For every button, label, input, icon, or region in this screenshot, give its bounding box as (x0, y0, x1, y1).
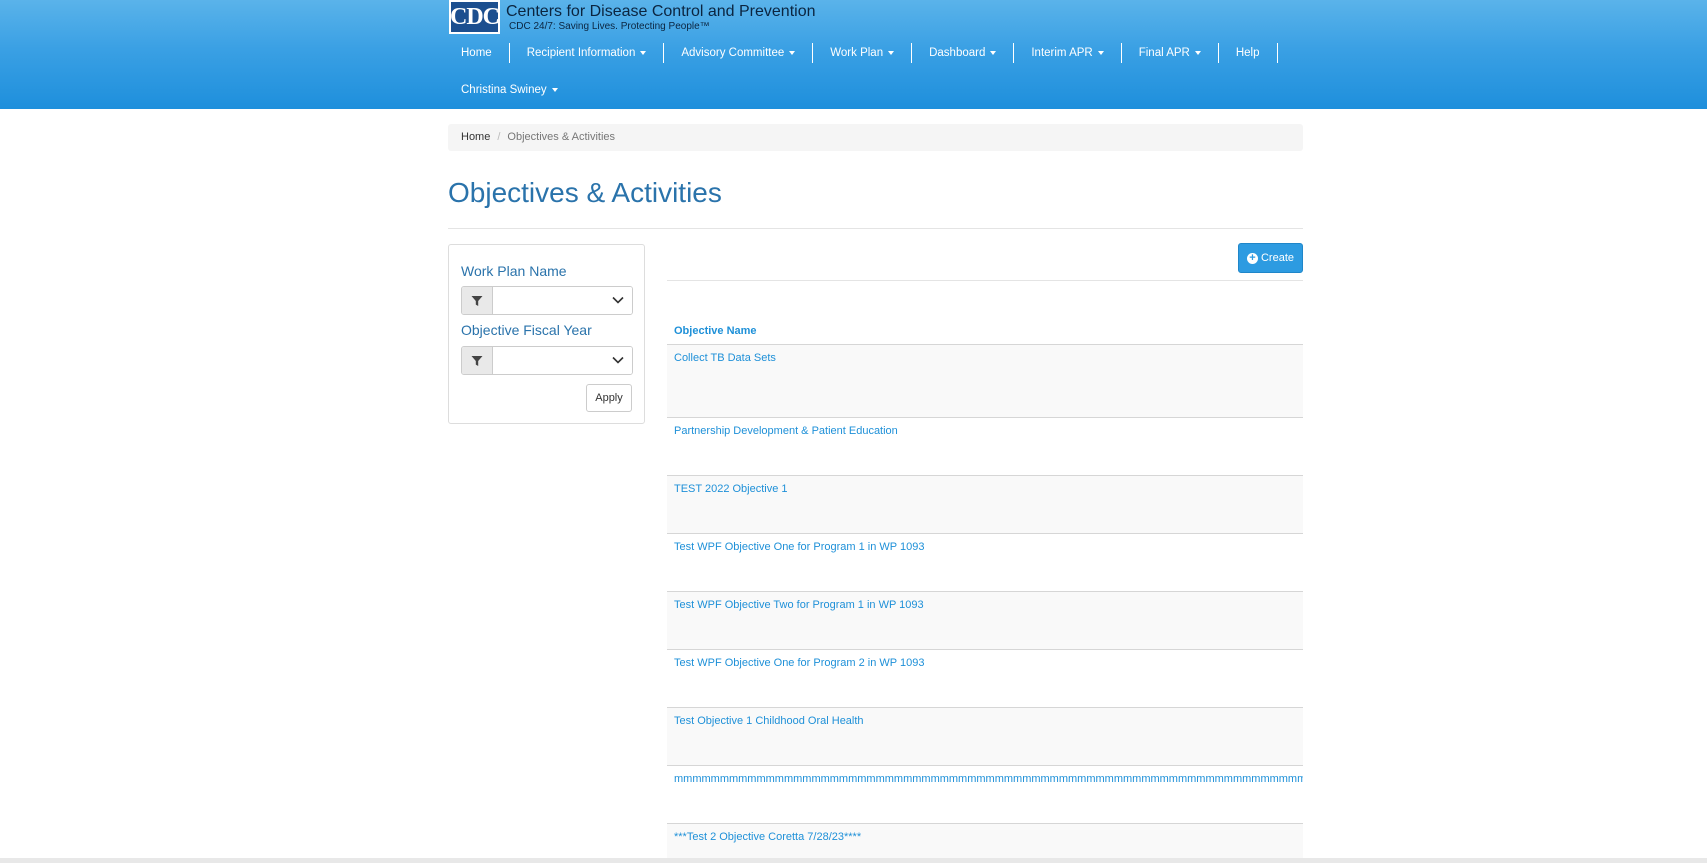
objective-link[interactable]: Test WPF Objective One for Program 1 in … (667, 534, 1303, 553)
objective-link[interactable]: TEST 2022 Objective 1 (667, 476, 1303, 495)
nav-final-apr[interactable]: Final APR (1122, 43, 1219, 63)
breadcrumb-current: Objectives & Activities (507, 131, 615, 143)
caret-down-icon (1097, 50, 1104, 55)
table-row: mmmmmmmmmmmmmmmmmmmmmmmmmmmmmmmmmmmmmmmm… (667, 766, 1303, 824)
caret-down-icon (1194, 50, 1201, 55)
nav-dashboard-label: Dashboard (929, 47, 986, 59)
user-nav: Christina Swiney (449, 80, 575, 100)
objective-fiscal-year-filter (461, 346, 633, 375)
objective-link[interactable]: Collect TB Data Sets (667, 345, 1303, 364)
nav-advisory-committee[interactable]: Advisory Committee (664, 43, 814, 63)
nav-work-plan[interactable]: Work Plan (813, 43, 913, 63)
column-header-objective-name[interactable]: Objective Name (667, 318, 1303, 345)
nav-dashboard[interactable]: Dashboard (912, 43, 1015, 63)
work-plan-name-select[interactable] (493, 287, 632, 314)
table-row: TEST 2022 Objective 1 (667, 476, 1303, 534)
page-title: Objectives & Activities (448, 177, 722, 208)
bottom-scroll-edge (0, 858, 1707, 863)
nav-interim-apr[interactable]: Interim APR (1014, 43, 1122, 63)
plus-circle-icon: + (1246, 252, 1258, 264)
nav-work-plan-label: Work Plan (830, 47, 884, 59)
nav-home[interactable]: Home (449, 43, 510, 63)
objective-link[interactable]: Test WPF Objective Two for Program 1 in … (667, 592, 1303, 611)
objective-link[interactable]: Test Objective 1 Childhood Oral Health (667, 708, 1303, 727)
objectives-grid: Objective Name Collect TB Data Sets Part… (667, 318, 1303, 858)
nav-help-label: Help (1235, 47, 1260, 59)
create-button-label: Create (1260, 252, 1295, 264)
title-divider (448, 228, 1303, 229)
nav-user-menu[interactable]: Christina Swiney (449, 80, 575, 100)
filter-icon (462, 347, 493, 374)
nav-home-label: Home (461, 47, 492, 59)
nav-recipient-information[interactable]: Recipient Information (510, 43, 665, 63)
caret-down-icon (990, 50, 997, 55)
objective-link[interactable]: mmmmmmmmmmmmmmmmmmmmmmmmmmmmmmmmmmmmmmmm… (667, 766, 1303, 785)
breadcrumb: Home / Objectives & Activities (448, 124, 1303, 151)
apply-button[interactable]: Apply (586, 384, 632, 412)
brand-text: Centers for Disease Control and Preventi… (506, 3, 816, 32)
nav-advisory-committee-label: Advisory Committee (681, 47, 785, 59)
objective-fiscal-year-select[interactable] (493, 347, 632, 374)
nav-help[interactable]: Help (1219, 43, 1278, 63)
main-nav: Home Recipient Information Advisory Comm… (449, 43, 1278, 63)
filter-panel: Work Plan Name Objective Fiscal Year App… (448, 244, 645, 424)
site-header: CDC Centers for Disease Control and Prev… (0, 0, 1707, 109)
nav-recipient-information-label: Recipient Information (526, 47, 636, 59)
brand-title: Centers for Disease Control and Preventi… (506, 2, 816, 20)
table-row: Test WPF Objective One for Program 2 in … (667, 650, 1303, 708)
chevron-down-icon (612, 296, 624, 304)
cdc-brand[interactable]: CDC Centers for Disease Control and Prev… (449, 0, 816, 34)
objective-fiscal-year-label: Objective Fiscal Year (461, 322, 592, 338)
caret-down-icon (551, 87, 558, 92)
nav-interim-apr-label: Interim APR (1031, 47, 1093, 59)
caret-down-icon (789, 50, 796, 55)
cdc-logo[interactable]: CDC (449, 0, 500, 34)
chevron-down-icon (612, 356, 624, 364)
caret-down-icon (640, 50, 647, 55)
table-row: Test WPF Objective Two for Program 1 in … (667, 592, 1303, 650)
nav-final-apr-label: Final APR (1138, 47, 1190, 59)
objective-link[interactable]: Partnership Development & Patient Educat… (667, 418, 1303, 437)
work-plan-name-label: Work Plan Name (461, 263, 567, 279)
work-plan-name-filter (461, 286, 633, 315)
table-row: ***Test 2 Objective Coretta 7/28/23**** (667, 824, 1303, 858)
table-row: Test WPF Objective One for Program 1 in … (667, 534, 1303, 592)
objective-link[interactable]: Test WPF Objective One for Program 2 in … (667, 650, 1303, 669)
filter-icon (462, 287, 493, 314)
table-row: Collect TB Data Sets (667, 345, 1303, 418)
create-button[interactable]: + Create (1238, 243, 1303, 273)
toolbar-divider (667, 280, 1303, 281)
breadcrumb-separator: / (497, 131, 501, 143)
breadcrumb-home[interactable]: Home (461, 131, 490, 143)
nav-user-label: Christina Swiney (461, 84, 547, 96)
brand-tagline: CDC 24/7: Saving Lives. Protecting Peopl… (509, 20, 710, 32)
caret-down-icon (888, 50, 895, 55)
objective-link[interactable]: ***Test 2 Objective Coretta 7/28/23**** (667, 824, 1303, 843)
table-row: Partnership Development & Patient Educat… (667, 418, 1303, 476)
table-row: Test Objective 1 Childhood Oral Health (667, 708, 1303, 766)
